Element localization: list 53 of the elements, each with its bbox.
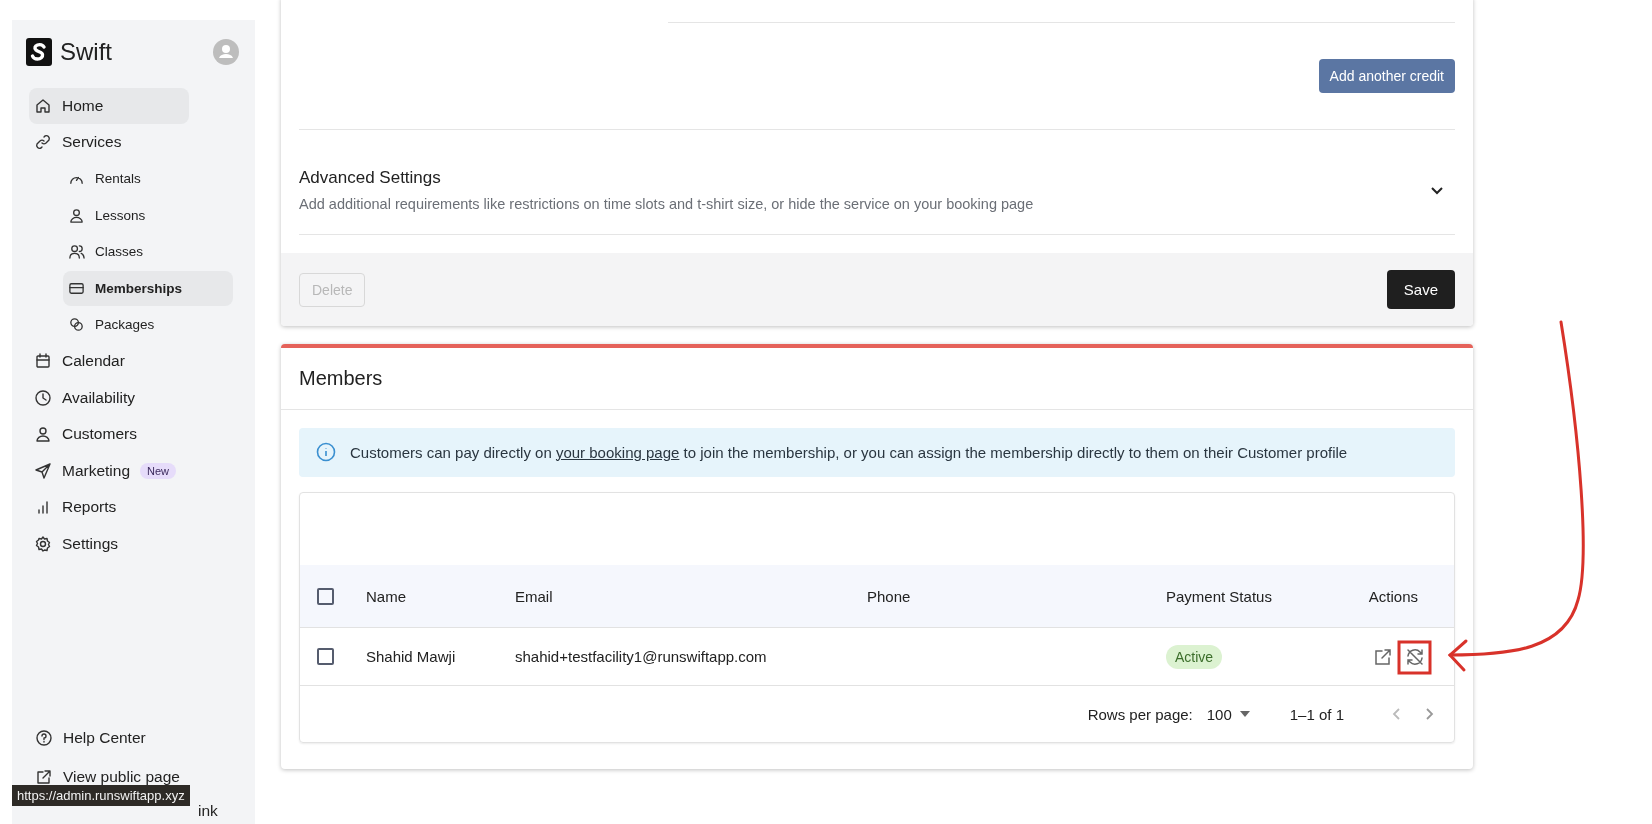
send-icon bbox=[34, 461, 52, 480]
people-icon bbox=[68, 243, 85, 261]
gear-icon bbox=[34, 534, 52, 553]
sidebar-link[interactable]: Help Center bbox=[35, 720, 146, 756]
sidebar-link[interactable]: ink bbox=[198, 802, 218, 820]
column-header: Email bbox=[515, 587, 553, 605]
sidebar-item[interactable]: Availability bbox=[29, 380, 189, 416]
person-icon bbox=[68, 206, 85, 224]
save-button[interactable]: Save bbox=[1386, 270, 1455, 309]
caret-icon bbox=[1239, 711, 1250, 717]
page-range: 1–1 of 1 bbox=[1289, 705, 1344, 723]
sidebar-item[interactable]: Services bbox=[29, 124, 189, 160]
help-icon bbox=[35, 729, 53, 747]
person-icon bbox=[34, 425, 52, 444]
add-credit-button[interactable]: Add another credit bbox=[1318, 59, 1455, 93]
sidebar-item[interactable]: Rentals bbox=[63, 161, 233, 197]
status-badge: Active bbox=[1166, 644, 1223, 669]
sidebar-item[interactable]: Packages bbox=[63, 307, 233, 343]
coins-icon bbox=[68, 316, 85, 334]
url-tooltip: https://admin.runswiftapp.xyz bbox=[12, 785, 190, 806]
info-text: Customers can pay directly on your booking page to join the membership, or you can assign the membership directly to them on their Customer profile bbox=[350, 443, 1348, 461]
home-icon bbox=[34, 96, 52, 115]
sidebar-item[interactable]: Marketing New bbox=[29, 453, 189, 489]
link-icon bbox=[34, 133, 52, 152]
sidebar-item[interactable]: Lessons bbox=[63, 197, 233, 233]
sidebar-item[interactable]: Customers bbox=[29, 416, 189, 452]
rows-per-page-label: Rows per page: bbox=[1087, 705, 1193, 723]
calendar-icon bbox=[34, 352, 52, 371]
sidebar-item[interactable]: Home bbox=[29, 88, 189, 124]
sidebar-item[interactable]: Settings bbox=[29, 526, 189, 562]
sidebar-item[interactable]: Calendar bbox=[29, 343, 189, 379]
highlight-box bbox=[1397, 640, 1432, 675]
booking-page-link[interactable]: your booking page bbox=[555, 443, 680, 461]
sidebar-item[interactable]: Memberships bbox=[63, 270, 233, 306]
clock-icon bbox=[34, 388, 52, 407]
select-all-checkbox[interactable] bbox=[317, 587, 334, 605]
column-header: Phone bbox=[867, 587, 911, 605]
row-checkbox[interactable] bbox=[317, 648, 334, 665]
info-icon bbox=[316, 442, 336, 462]
table-cell: Shahid Mawji bbox=[366, 648, 456, 665]
column-header: Actions bbox=[1368, 587, 1418, 605]
advanced-settings-header[interactable]: Advanced Settings Add additional requirements like restrictions on time slots and t-shirt size, or hide the service on your booking page bbox=[299, 130, 1455, 235]
section-title: Members bbox=[299, 367, 383, 389]
column-header: Payment Status bbox=[1166, 587, 1272, 605]
external-icon bbox=[35, 768, 53, 786]
brand-name: Swift bbox=[60, 38, 112, 66]
new-badge: New bbox=[140, 462, 177, 479]
column-header: Name bbox=[366, 587, 406, 605]
table-cell: shahid+testfacility1@runswiftapp.com bbox=[515, 648, 767, 665]
sidebar-item[interactable]: Classes bbox=[63, 234, 233, 270]
rows-per-page-select[interactable]: 100 bbox=[1206, 705, 1250, 723]
sidebar-item[interactable]: Reports bbox=[29, 489, 189, 525]
logo-icon bbox=[26, 38, 52, 66]
